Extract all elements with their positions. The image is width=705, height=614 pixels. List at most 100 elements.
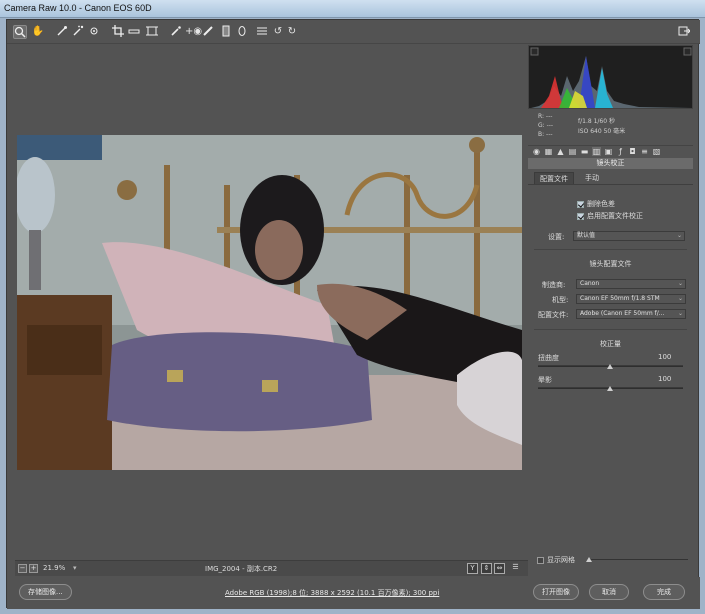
camera-calibration-icon[interactable]: ◘ [628,147,637,156]
right-panel: R: --- G: --- B: --- f/1.8 1/60 秒 ISO 64… [528,45,693,577]
lens-profile-heading: 镜头配置文件 [589,260,632,268]
split-toning-icon[interactable]: ▬ [580,147,589,156]
make-value: Canon [580,280,600,287]
histogram [528,45,693,109]
transform-panel-icon[interactable]: ▣ [604,147,613,156]
exif-iso-focal: ISO 640 50 毫米 [578,128,626,135]
model-label: 机型: [552,296,569,304]
photo-preview [17,135,522,470]
transform-icon[interactable] [145,25,159,39]
white-balance-icon[interactable] [55,25,69,39]
file-name: IMG_2004 - 副本.CR2 [205,565,278,573]
chevron-down-icon[interactable]: ▾ [73,564,77,572]
red-eye-icon[interactable]: +◉ [185,25,202,39]
show-grid-checkbox[interactable] [537,556,544,564]
panel-tabs: ◉ ▦ ▲ ▤ ▬ ▥ ▣ ƒ ◘ ≡ ▧ [528,145,693,157]
hand-icon[interactable]: ✋ [31,25,45,39]
copy-settings-icon[interactable]: ⇔ [494,563,505,574]
spot-removal-icon[interactable] [169,25,183,39]
presets-icon[interactable]: ≡ [640,147,649,156]
color-sampler-icon[interactable] [71,25,85,39]
readout-b: B: --- [538,131,553,138]
divider [534,329,687,330]
distortion-value[interactable]: 100 [658,353,671,361]
effects-icon[interactable]: ƒ [616,147,625,156]
enable-profile-checkbox[interactable]: 启用配置文件校正 [577,211,643,221]
settings-value: 默认值 [577,232,596,239]
divider [534,249,687,250]
remove-ca-checkbox[interactable]: 删除色差 [577,199,615,209]
target-adjust-icon[interactable] [87,25,101,39]
vignetting-label: 晕影 [538,376,552,384]
lens-corrections-icon[interactable]: ▥ [592,147,601,156]
show-grid-row[interactable]: 显示网格 [537,555,575,565]
zoom-icon[interactable] [13,25,27,39]
show-grid-label: 显示网格 [547,556,575,564]
camera-raw-window: ✋ +◉ ↺ ↻ − + 21.9% ▾ IMG_2004 - 副本.CR2 Y… [6,19,700,609]
readout-g: G: --- [538,122,554,129]
tab-manual[interactable]: 手动 [580,172,604,184]
settings-dropdown[interactable]: 默认值 ⌄ [573,231,685,241]
detail-icon[interactable]: ▲ [556,147,565,156]
zoom-in-button[interactable]: + [29,564,38,573]
profile-label: 配置文件: [538,311,569,319]
exif-aperture-shutter: f/1.8 1/60 秒 [578,118,615,125]
distortion-slider-thumb[interactable] [607,364,613,369]
preview-canvas[interactable] [15,45,522,557]
checkbox[interactable] [577,212,584,220]
straighten-icon[interactable] [127,25,141,39]
grid-size-thumb[interactable] [586,557,592,562]
graduated-filter-icon[interactable] [219,25,233,39]
correction-heading: 校正量 [600,340,621,348]
settings-sliders-icon[interactable]: ☰ [510,563,521,574]
checkbox[interactable] [577,200,584,208]
settings-label: 设置: [548,233,565,241]
grid-size-slider[interactable] [588,559,688,560]
readout-r: R: --- [538,113,553,120]
tab-profile[interactable]: 配置文件 [534,172,574,184]
model-value: Canon EF 50mm f/1.8 STM [580,295,660,302]
chevron-down-icon: ⌄ [677,280,683,287]
tone-curve-icon[interactable]: ▦ [544,147,553,156]
export-icon[interactable] [678,25,692,39]
footer: 存储图像... Adobe RGB (1998);8 位; 3888 x 259… [7,577,700,609]
make-label: 制造商: [542,281,566,289]
model-dropdown[interactable]: Canon EF 50mm f/1.8 STM ⌄ [576,294,686,304]
radial-filter-icon[interactable] [235,25,249,39]
window-title: Camera Raw 10.0 - Canon EOS 60D [4,3,152,13]
chevron-down-icon: ⌄ [677,310,683,317]
list-icon[interactable] [255,25,269,39]
snapshots-icon[interactable]: ▧ [652,147,661,156]
zoom-level[interactable]: 21.9% [43,564,65,572]
profile-dropdown[interactable]: Adobe (Canon EF 50mm f/... ⌄ [576,309,686,319]
swap-icon[interactable]: ⇕ [481,563,492,574]
open-image-button[interactable]: 打开图像 [533,584,579,600]
toolbar: ✋ +◉ ↺ ↻ [7,20,700,44]
workflow-options-link[interactable]: Adobe RGB (1998);8 位; 3888 x 2592 (10.1 … [225,588,439,598]
rotate-ccw-icon[interactable]: ↺ [271,25,285,39]
chevron-down-icon: ⌄ [676,232,682,239]
section-title: 镜头校正 [528,158,693,169]
done-button[interactable]: 完成 [643,584,685,600]
save-image-button[interactable]: 存储图像... [19,584,72,600]
vignetting-slider-thumb[interactable] [607,386,613,391]
pixel-readout: R: --- G: --- B: --- f/1.8 1/60 秒 ISO 64… [528,111,693,143]
adjustment-brush-icon[interactable] [201,25,215,39]
profile-value: Adobe (Canon EF 50mm f/... [580,310,665,317]
title-bar: Camera Raw 10.0 - Canon EOS 60D [0,0,705,18]
zoom-out-button[interactable]: − [18,564,27,573]
status-bar: − + 21.9% ▾ IMG_2004 - 副本.CR2 Y ⇕ ⇔ ☰ [15,560,528,576]
remove-ca-label: 删除色差 [587,200,615,208]
distortion-label: 扭曲度 [538,354,559,362]
crop-icon[interactable] [111,25,125,39]
make-dropdown[interactable]: Canon ⌄ [576,279,686,289]
basic-panel-icon[interactable]: ◉ [532,147,541,156]
lens-tabs: 配置文件 手动 [528,171,693,185]
hsl-icon[interactable]: ▤ [568,147,577,156]
before-after-toggle[interactable]: Y [467,563,478,574]
vignetting-value[interactable]: 100 [658,375,671,383]
rotate-cw-icon[interactable]: ↻ [285,25,299,39]
enable-profile-label: 启用配置文件校正 [587,212,643,220]
cancel-button[interactable]: 取消 [589,584,629,600]
chevron-down-icon: ⌄ [677,295,683,302]
